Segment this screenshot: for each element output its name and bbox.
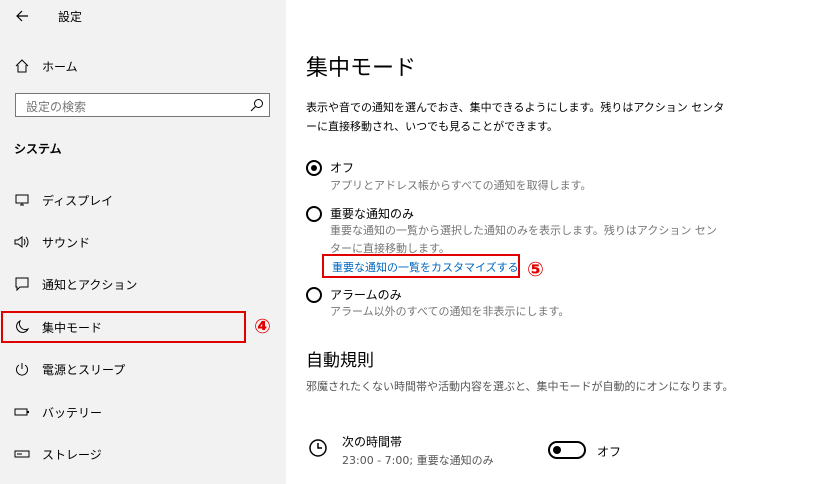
page-title: 集中モード [306,56,417,81]
sidebar-item-battery[interactable]: バッテリー [0,396,286,428]
sidebar-item-label: バッテリー [42,405,103,420]
sidebar-item-display[interactable]: ディスプレイ [0,184,286,216]
option-label-alarms: アラームのみ [330,288,402,302]
toggle-knob [553,446,561,454]
search-icon[interactable] [249,97,265,113]
option-desc-priority: 重要な通知の一覧から選択した通知のみを表示します。残りはアクション センターに直… [330,224,717,255]
rule-toggle[interactable] [548,441,586,459]
sidebar-item-storage[interactable]: ストレージ [0,438,286,470]
sidebar-item-sound[interactable]: サウンド [0,226,286,258]
option-desc-off: アプリとアドレス帳からすべての通知を取得します。 [330,179,592,192]
sidebar-item-home[interactable]: ホーム [0,50,286,82]
section-label: システム [14,142,62,156]
battery-icon [14,404,30,420]
sidebar-item-label: サウンド [42,235,91,250]
storage-icon [14,446,30,462]
rule-subtitle: 23:00 - 7:00; 重要な通知のみ [342,454,494,467]
search-placeholder: 設定の検索 [26,100,87,114]
rule-title[interactable]: 次の時間帯 [342,433,402,450]
search-input[interactable]: 設定の検索 [15,93,270,117]
radio-priority-only[interactable] [306,206,322,222]
notification-icon [14,276,30,292]
sidebar-item-label: 電源とスリープ [42,362,126,377]
rule-toggle-label: オフ [597,445,622,459]
speaker-icon [14,234,30,250]
sidebar-item-notifications[interactable]: 通知とアクション [0,268,286,300]
page-description: 表示や音での通知を選んでおき、集中できるようにします。残りはアクション センター… [306,101,725,133]
annotation-highlight-4 [1,311,246,343]
annotation-badge-5: ⑤ [527,257,544,281]
sidebar-item-label: ディスプレイ [42,193,114,208]
home-icon [14,58,30,74]
radio-alarms-only[interactable] [306,287,322,303]
option-desc-alarms: アラーム以外のすべての通知を非表示にします。 [330,305,570,318]
sidebar-item-label: ホーム [42,59,78,74]
sidebar-item-label: ストレージ [42,447,102,462]
display-icon [14,192,30,208]
option-label-priority: 重要な通知のみ [330,207,415,221]
annotation-badge-4: ④ [254,314,271,338]
annotation-highlight-5 [322,254,520,278]
section-title-automatic-rules: 自動規則 [306,351,374,371]
main-content: 集中モード 表示や音での通知を選んでおき、集中できるようにします。残りはアクショ… [286,0,815,484]
automatic-rules-description: 邪魔されたくない時間帯や活動内容を選ぶと、集中モードが自動的にオンになります。 [306,380,734,393]
sidebar-item-label: 通知とアクション [42,277,138,292]
power-icon [14,361,30,377]
radio-off[interactable] [306,160,322,176]
app-title: 設定 [58,10,83,24]
sidebar: 設定 ホーム 設定の検索 システム ディスプレイ サウンド 通知とアクション 集… [0,0,286,484]
sidebar-item-power-sleep[interactable]: 電源とスリープ [0,353,286,385]
option-label-off: オフ [330,161,355,175]
clock-icon [308,438,328,458]
back-arrow-icon[interactable] [12,6,32,26]
